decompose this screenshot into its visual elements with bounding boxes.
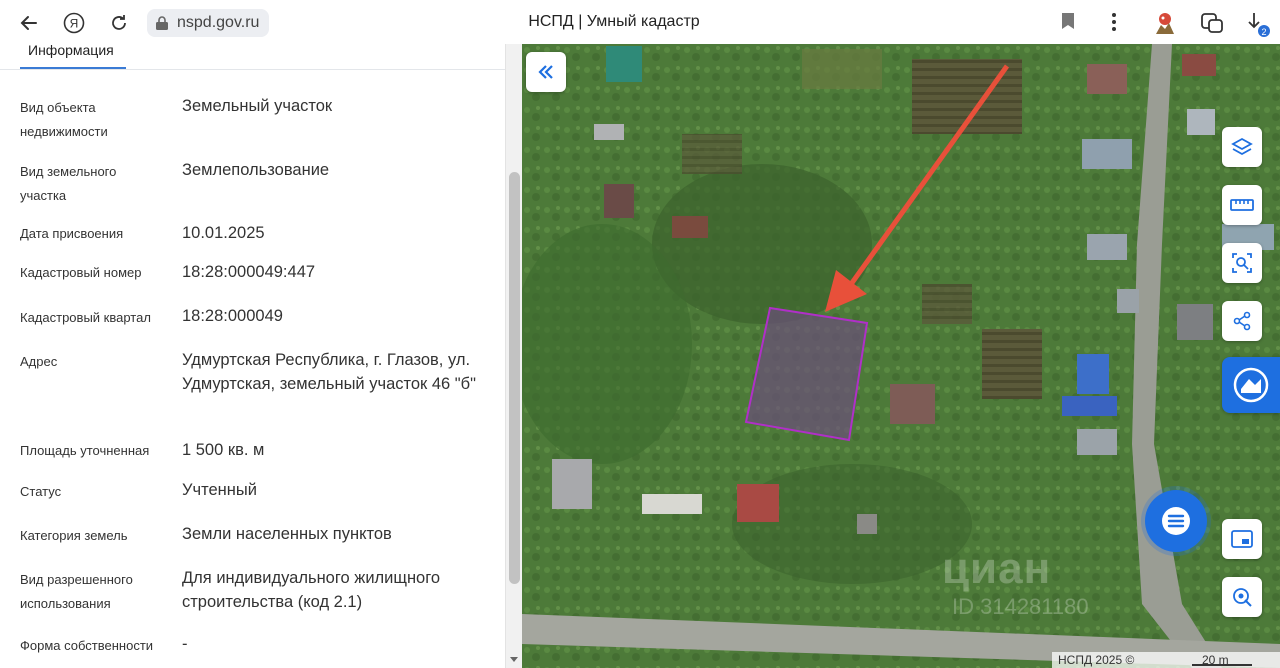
chat-button[interactable] [1145, 490, 1207, 552]
browser-toolbar: Я nspd.gov.ru НСПД | Умный кадастр 2 [0, 0, 1280, 44]
row-label: Вид разрешенного использования [20, 572, 133, 611]
map-type-icon [1233, 367, 1269, 403]
locate-icon [1233, 588, 1252, 607]
watermark-logo: циан [942, 544, 1052, 593]
downloads-icon[interactable]: 2 [1244, 10, 1272, 43]
row-label: Форма собственности [20, 638, 154, 653]
active-tab-indicator [20, 67, 126, 69]
row-value: Учтенный [182, 481, 257, 499]
map-view[interactable]: циан ID 314281180 НСПД 2025 © 20 m [522, 44, 1280, 668]
layers-button[interactable] [1222, 127, 1262, 167]
info-panel: Информация Вид объекта недвижимости Земе… [0, 44, 522, 668]
double-chevron-left-icon [538, 65, 553, 79]
row-value: Земельный участок [182, 97, 333, 115]
area-search-icon [1232, 253, 1252, 273]
downloads-badge: 2 [1261, 27, 1266, 37]
map-scale-bar [1192, 664, 1252, 666]
translate-icon[interactable] [1199, 10, 1225, 41]
map-attribution: НСПД 2025 © 20 m [1052, 652, 1280, 668]
tab-information[interactable]: Информация [28, 44, 114, 58]
row-value: Земли населенных пунктов [182, 525, 392, 543]
panel-scrollbar[interactable] [505, 44, 522, 668]
row-label: Вид земельного участка [20, 164, 117, 203]
locate-button[interactable] [1222, 577, 1262, 617]
layers-icon [1231, 137, 1253, 156]
scrollbar-thumb[interactable] [509, 172, 520, 584]
row-value: Для индивидуального жилищного строительс… [182, 569, 441, 611]
copyright-text: НСПД 2025 © [1058, 653, 1135, 667]
row-value: 18:28:000049:447 [182, 263, 316, 281]
area-search-button[interactable] [1222, 243, 1262, 283]
tab-bar: Информация [0, 44, 505, 70]
satellite-map [522, 44, 1280, 668]
row-label: Вид объекта недвижимости [20, 100, 108, 139]
collapse-panel-button[interactable] [526, 52, 566, 92]
row-value: - [182, 635, 188, 653]
row-value: 10.01.2025 [182, 224, 265, 242]
picture-in-picture-icon [1231, 530, 1253, 548]
bookmark-icon[interactable] [1061, 12, 1075, 35]
ruler-button[interactable] [1222, 185, 1262, 225]
scroll-down-arrow-icon[interactable] [510, 657, 518, 662]
share-icon [1233, 311, 1251, 331]
watermark-id: ID 314281180 [952, 594, 1089, 619]
row-label: Статус [20, 484, 62, 499]
row-label: Кадастровый квартал [20, 310, 151, 325]
picture-in-picture-button[interactable] [1222, 519, 1262, 559]
row-label: Адрес [20, 354, 58, 369]
page-title: НСПД | Умный кадастр [528, 13, 700, 30]
row-label: Площадь уточненная [20, 443, 150, 458]
row-value: 1 500 кв. м [182, 441, 265, 459]
share-button[interactable] [1222, 301, 1262, 341]
more-menu-icon[interactable] [1106, 10, 1122, 39]
row-label: Категория земель [20, 528, 128, 543]
map-type-button[interactable] [1222, 357, 1280, 413]
extension-icon[interactable] [1152, 10, 1178, 41]
ruler-icon [1230, 199, 1254, 211]
row-label: Дата присвоения [20, 226, 124, 241]
chat-icon [1162, 507, 1190, 535]
row-value: 18:28:000049 [182, 307, 283, 325]
row-label: Кадастровый номер [20, 265, 142, 280]
row-value: Землепользование [182, 161, 330, 179]
row-value: Удмуртская Республика, г. Глазов, ул. Уд… [182, 351, 476, 393]
